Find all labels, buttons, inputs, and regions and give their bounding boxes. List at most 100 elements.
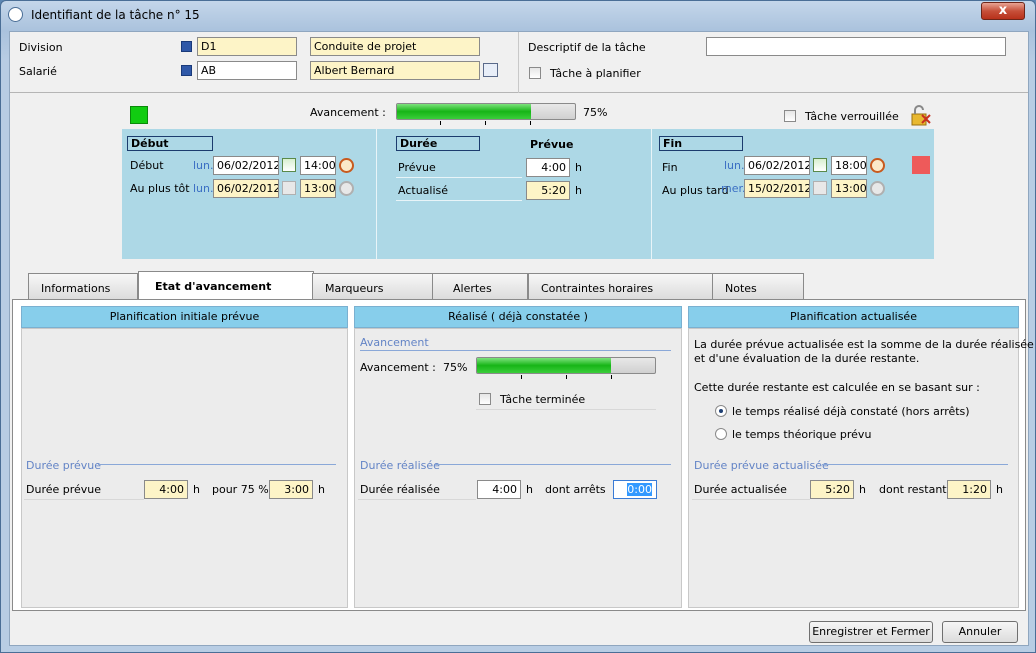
debut-row1-label: Début <box>130 159 164 172</box>
plus-tot-date-input[interactable]: 06/02/2012 <box>213 179 279 198</box>
group-line <box>98 464 336 465</box>
progress-tick <box>440 121 441 125</box>
planifier-label: Tâche à planifier <box>550 67 641 80</box>
col3-group-title: Durée prévue actualisée <box>694 459 829 472</box>
plus-tard-date-input[interactable]: 15/02/2012 <box>744 179 810 198</box>
avancement-progress-bar <box>396 103 576 120</box>
fin-title: Fin <box>659 136 743 151</box>
col2-group2-title: Durée réalisée <box>360 459 440 472</box>
fin-row2-day: mer. <box>721 182 746 195</box>
fin-time-input[interactable]: 18:00 <box>831 156 867 175</box>
app-icon <box>8 7 23 22</box>
col3-text3: Cette durée restante est calculée en se … <box>694 381 980 394</box>
radio-temps-realise-label: le temps réalisé déjà constaté (hors arr… <box>732 405 970 418</box>
fin-status-indicator <box>912 156 930 174</box>
col2-duree-input[interactable]: 4:00 <box>477 480 521 499</box>
clock-icon <box>339 181 354 196</box>
col1-duree-input[interactable]: 4:00 <box>144 480 188 499</box>
col1-pour-input[interactable]: 3:00 <box>269 480 313 499</box>
verrou-checkbox[interactable] <box>784 110 796 122</box>
division-link-icon[interactable] <box>181 41 192 52</box>
col3-text1: La durée prévue actualisée est la somme … <box>694 338 1034 351</box>
window-title: Identifiant de la tâche n° 15 <box>31 8 200 22</box>
salarie-link-icon[interactable] <box>181 65 192 76</box>
division-code-input[interactable]: D1 <box>197 37 297 56</box>
tab-marqueurs[interactable]: Marqueurs <box>312 273 434 299</box>
col3-duree-input[interactable]: 5:20 <box>810 480 854 499</box>
col1-title: Planification initiale prévue <box>21 306 348 328</box>
tab-etat-avancement[interactable]: Etat d'avancement <box>138 271 314 299</box>
duree-actualise-input[interactable]: 5:20 <box>526 181 570 200</box>
salarie-code-input[interactable]: AB <box>197 61 297 80</box>
descriptif-label: Descriptif de la tâche <box>528 41 646 54</box>
col2-arrets-label: dont arrêts <box>545 483 606 496</box>
tab-alertes[interactable]: Alertes <box>432 273 528 299</box>
col1-duree-label: Durée prévue <box>26 483 102 496</box>
close-button[interactable]: x <box>981 2 1025 20</box>
debut-row1-day: lun. <box>193 159 214 172</box>
row-separator <box>358 499 476 500</box>
debut-title: Début <box>127 136 213 151</box>
col2-arrets-value: 0:00 <box>627 483 652 496</box>
save-close-button[interactable]: Enregistrer et Fermer <box>809 621 933 643</box>
division-label: Division <box>19 41 63 54</box>
fin-date-input[interactable]: 06/02/2012 <box>744 156 810 175</box>
clock-icon[interactable] <box>870 158 885 173</box>
tab-bar: Informations Etat d'avancement Marqueurs… <box>12 271 1026 301</box>
radio-temps-theorique-label: le temps théorique prévu <box>732 428 872 441</box>
col2-arrets-input[interactable]: 0:00 <box>613 480 657 499</box>
debut-row2-label: Au plus tôt <box>130 182 190 195</box>
row-separator <box>24 499 144 500</box>
title-bar: Identifiant de la tâche n° 15 x <box>1 1 1035 27</box>
col2-avancement-progress-bar <box>476 357 656 374</box>
group-line <box>822 464 1008 465</box>
col1-pour-label: pour 75 % <box>212 483 269 496</box>
col3-title: Planification actualisée <box>688 306 1019 328</box>
planifier-checkbox[interactable] <box>529 67 541 79</box>
col3-restant-unit: h <box>996 483 1003 496</box>
col3-text2: et d'une évaluation de la durée restante… <box>694 352 920 365</box>
col3-restant-input[interactable]: 1:20 <box>947 480 991 499</box>
duree-row1-unit: h <box>575 161 582 174</box>
tab-notes[interactable]: Notes <box>712 273 804 299</box>
avancement-percent: 75% <box>583 106 608 119</box>
row-separator <box>396 200 522 201</box>
calendar-icon[interactable] <box>813 158 827 172</box>
descriptif-input[interactable] <box>706 37 1006 56</box>
salarie-name-input[interactable]: Albert Bernard <box>310 61 480 80</box>
radio-temps-realise[interactable] <box>715 405 727 417</box>
status-indicator <box>130 106 148 124</box>
panel-divider <box>651 129 652 259</box>
progress-tick <box>566 375 567 379</box>
clock-icon[interactable] <box>339 158 354 173</box>
group-line <box>360 350 671 351</box>
duree-title: Durée <box>396 136 480 151</box>
debut-date-input[interactable]: 06/02/2012 <box>213 156 279 175</box>
tab-informations[interactable]: Informations <box>28 273 138 299</box>
row-separator <box>396 177 522 178</box>
col1-duree-unit: h <box>193 483 200 496</box>
progress-tick <box>485 121 486 125</box>
clock-icon <box>870 181 885 196</box>
col2-duree-unit: h <box>526 483 533 496</box>
calendar-icon <box>282 181 296 195</box>
calendar-icon[interactable] <box>282 158 296 172</box>
cancel-button[interactable]: Annuler <box>942 621 1018 643</box>
col3-duree-unit: h <box>859 483 866 496</box>
progress-tick <box>530 121 531 125</box>
col1-group-title: Durée prévue <box>26 459 102 472</box>
plus-tot-time-input[interactable]: 13:00 <box>300 179 336 198</box>
division-name-input[interactable]: Conduite de projet <box>310 37 480 56</box>
tab-contraintes-horaires[interactable]: Contraintes horaires <box>528 273 714 299</box>
dialog-window: Identifiant de la tâche n° 15 x Division… <box>0 0 1036 653</box>
debut-time-input[interactable]: 14:00 <box>300 156 336 175</box>
panel-divider <box>376 129 377 259</box>
fin-row1-label: Fin <box>662 161 678 174</box>
plus-tard-time-input[interactable]: 13:00 <box>831 179 867 198</box>
salarie-list-icon[interactable] <box>483 63 498 77</box>
terminee-checkbox[interactable] <box>479 393 491 405</box>
unlock-icon[interactable] <box>909 104 931 126</box>
radio-temps-theorique[interactable] <box>715 428 727 440</box>
duree-prevue-input[interactable]: 4:00 <box>526 158 570 177</box>
col3-duree-label: Durée actualisée <box>694 483 787 496</box>
